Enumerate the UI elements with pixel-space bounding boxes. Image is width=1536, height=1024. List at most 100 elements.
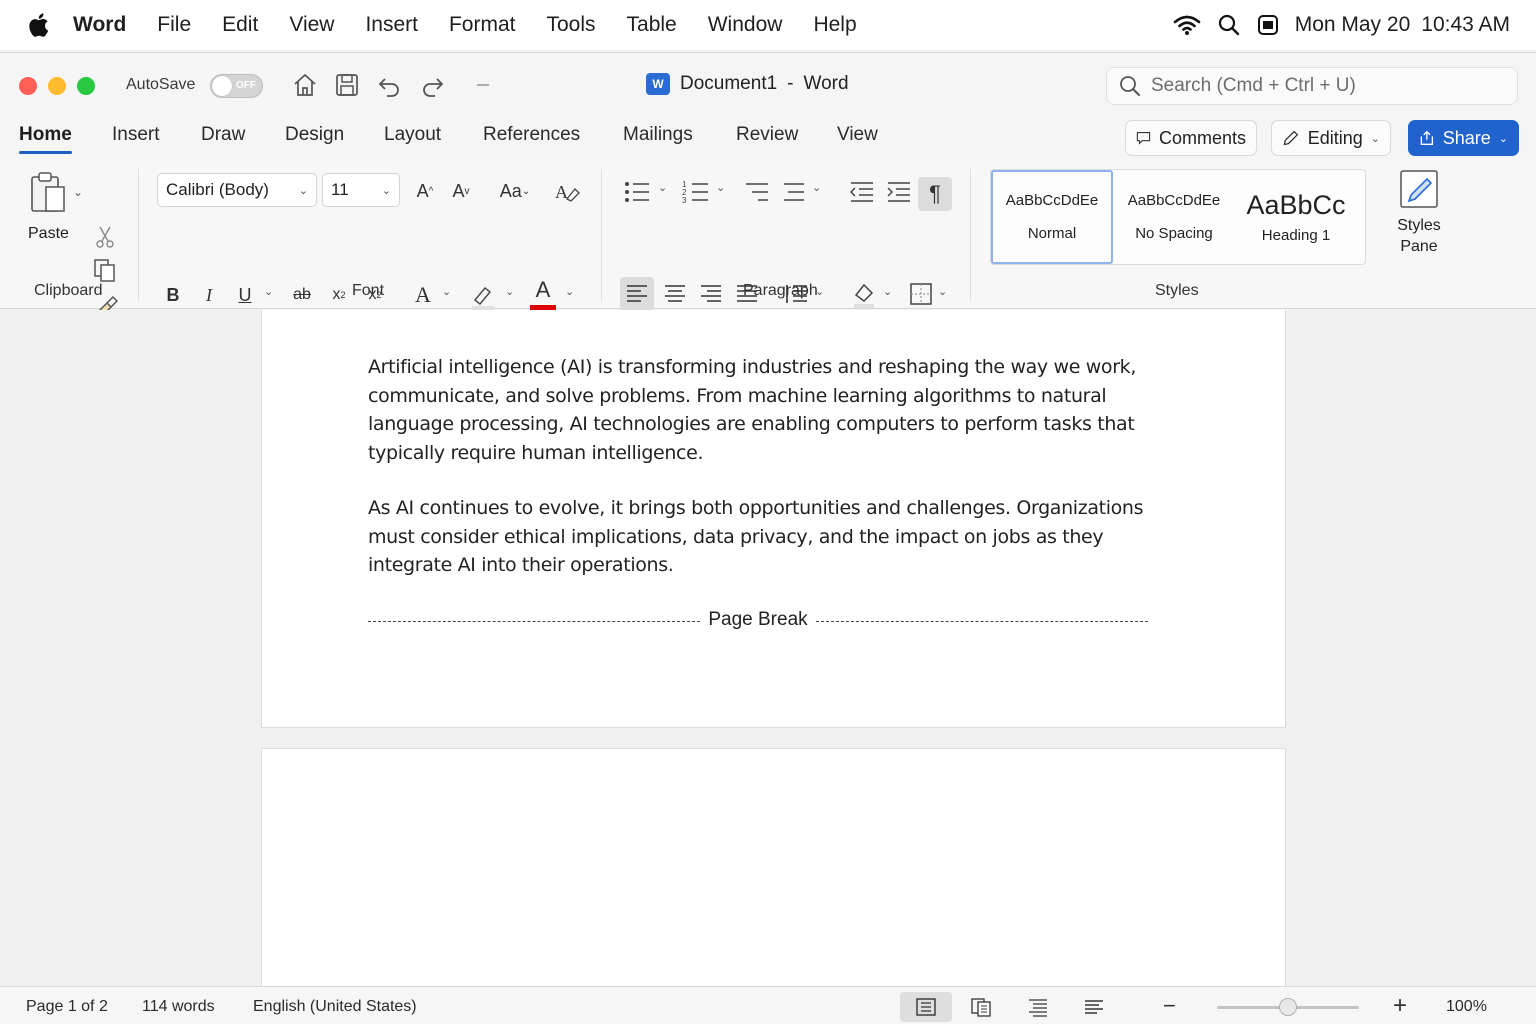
share-button[interactable]: Share ⌄: [1408, 120, 1519, 156]
font-color-chevron-icon[interactable]: ⌄: [565, 285, 574, 298]
autosave-toggle[interactable]: OFF: [210, 74, 263, 98]
ribbon-home: ⌄ Paste Clipboard Calibri (Body) ⌄ 11 ⌄ …: [0, 159, 1536, 317]
styles-pane-button[interactable]: Styles Pane: [1392, 167, 1446, 257]
paste-dropdown-chevron[interactable]: ⌄: [73, 185, 83, 199]
spotlight-search-icon[interactable]: [1217, 13, 1241, 37]
show-formatting-marks-icon[interactable]: ¶: [918, 177, 952, 211]
list-style-icon[interactable]: [778, 179, 806, 205]
clear-formatting-icon[interactable]: A: [553, 179, 581, 205]
more-options-icon[interactable]: [470, 71, 496, 99]
text-effects-chevron-icon[interactable]: ⌄: [442, 285, 451, 298]
tab-view[interactable]: View: [837, 124, 878, 146]
save-icon[interactable]: [334, 71, 360, 99]
zoom-in-button[interactable]: +: [1393, 992, 1407, 1020]
grow-font-icon[interactable]: A ^: [410, 177, 440, 205]
style-no-spacing[interactable]: AaBbCcDdEe No Spacing: [1113, 170, 1235, 264]
underline-chevron-icon[interactable]: ⌄: [264, 285, 273, 298]
tab-design[interactable]: Design: [285, 124, 344, 146]
zoom-slider[interactable]: [1217, 998, 1359, 1016]
tab-insert[interactable]: Insert: [112, 124, 160, 146]
group-divider: [970, 169, 971, 301]
cut-icon[interactable]: [94, 225, 116, 249]
apple-icon[interactable]: [26, 12, 50, 38]
tab-layout[interactable]: Layout: [384, 124, 441, 146]
maximize-window-button[interactable]: [77, 77, 95, 95]
close-window-button[interactable]: [19, 77, 37, 95]
highlight-chevron-icon[interactable]: ⌄: [505, 285, 514, 298]
font-name-select[interactable]: Calibri (Body) ⌄: [157, 173, 317, 207]
wifi-icon[interactable]: [1173, 14, 1201, 36]
font-size-select[interactable]: 11 ⌄: [322, 173, 400, 207]
tab-draw[interactable]: Draw: [201, 124, 245, 146]
borders-icon[interactable]: [904, 277, 938, 311]
zoom-slider-thumb[interactable]: [1279, 998, 1297, 1016]
menu-view[interactable]: View: [289, 13, 334, 37]
numbering-icon[interactable]: 123: [682, 179, 710, 205]
increase-indent-icon[interactable]: [884, 179, 912, 205]
paste-button[interactable]: ⌄ Paste: [24, 171, 86, 261]
tab-references[interactable]: References: [483, 124, 580, 146]
bold-icon[interactable]: B: [158, 281, 188, 309]
menu-table[interactable]: Table: [627, 13, 677, 37]
numbering-chevron-icon[interactable]: ⌄: [716, 181, 725, 194]
menu-format[interactable]: Format: [449, 13, 516, 37]
outline-view-button[interactable]: [1012, 992, 1064, 1022]
subscript-icon[interactable]: x2: [324, 281, 354, 309]
zoom-out-button[interactable]: −: [1163, 993, 1176, 1019]
text-effects-icon[interactable]: A: [408, 281, 438, 309]
tab-mailings[interactable]: Mailings: [623, 124, 693, 146]
list-style-chevron-icon[interactable]: ⌄: [812, 181, 821, 194]
menu-insert[interactable]: Insert: [365, 13, 418, 37]
redo-icon[interactable]: [420, 71, 446, 99]
body-paragraph[interactable]: Artificial intelligence (AI) is transfor…: [368, 353, 1158, 467]
shading-chevron-icon[interactable]: ⌄: [883, 285, 892, 298]
comments-button[interactable]: Comments: [1125, 120, 1257, 156]
bullets-chevron-icon[interactable]: ⌄: [658, 181, 667, 194]
decrease-indent-icon[interactable]: [847, 179, 875, 205]
align-center-icon[interactable]: [658, 277, 692, 311]
font-name-value: Calibri (Body): [166, 180, 269, 199]
page-count[interactable]: Page 1 of 2: [26, 998, 108, 1016]
document-page[interactable]: [261, 748, 1286, 986]
shrink-font-icon[interactable]: Av: [446, 177, 476, 205]
zoom-level[interactable]: 100%: [1446, 998, 1487, 1016]
highlight-icon[interactable]: [469, 282, 497, 310]
undo-icon[interactable]: [376, 71, 402, 99]
control-center-icon[interactable]: [1257, 13, 1279, 37]
align-right-icon[interactable]: [694, 277, 728, 311]
change-case-icon[interactable]: Aa ⌄: [495, 177, 535, 205]
menu-edit[interactable]: Edit: [222, 13, 258, 37]
bullets-icon[interactable]: [623, 179, 651, 205]
document-canvas[interactable]: Artificial intelligence (AI) is transfor…: [0, 310, 1536, 986]
multilevel-list-icon[interactable]: [742, 179, 770, 205]
align-left-icon[interactable]: [620, 277, 654, 311]
focus-view-button[interactable]: [955, 992, 1007, 1022]
style-normal[interactable]: AaBbCcDdEe Normal: [991, 170, 1113, 264]
minimize-window-button[interactable]: [48, 77, 66, 95]
menu-tools[interactable]: Tools: [547, 13, 596, 37]
body-paragraph[interactable]: As AI continues to evolve, it brings bot…: [368, 494, 1158, 580]
menu-clock[interactable]: Mon May 20 10:43 AM: [1295, 13, 1510, 37]
language[interactable]: English (United States): [253, 998, 417, 1016]
draft-view-button[interactable]: [1068, 992, 1120, 1022]
editing-mode-button[interactable]: Editing ⌄: [1271, 120, 1391, 156]
tab-review[interactable]: Review: [736, 124, 798, 146]
italic-icon[interactable]: I: [194, 281, 224, 309]
shading-icon[interactable]: [848, 277, 882, 311]
copy-icon[interactable]: [92, 257, 118, 283]
search-box[interactable]: Search (Cmd + Ctrl + U): [1106, 67, 1518, 105]
style-heading-1[interactable]: AaBbCc Heading 1: [1235, 170, 1357, 264]
underline-icon[interactable]: U: [230, 281, 260, 309]
home-icon[interactable]: [292, 71, 318, 99]
document-page[interactable]: Artificial intelligence (AI) is transfor…: [261, 310, 1286, 728]
borders-chevron-icon[interactable]: ⌄: [938, 285, 947, 298]
word-count[interactable]: 114 words: [142, 998, 215, 1016]
menu-window[interactable]: Window: [708, 13, 783, 37]
menu-file[interactable]: File: [157, 13, 191, 37]
menu-app-name[interactable]: Word: [73, 13, 126, 37]
tab-home[interactable]: Home: [19, 124, 72, 154]
strikethrough-icon[interactable]: ab: [287, 281, 317, 309]
print-layout-view-button[interactable]: [900, 992, 952, 1022]
menu-help[interactable]: Help: [813, 13, 856, 37]
font-color-icon[interactable]: A: [529, 277, 557, 311]
